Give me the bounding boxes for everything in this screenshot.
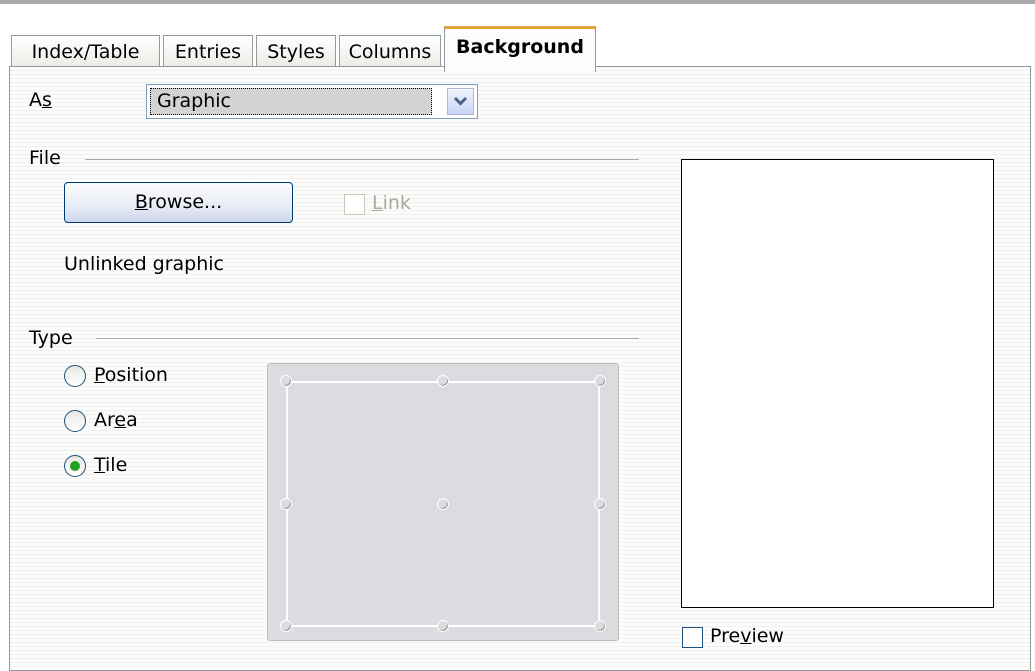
tab-columns[interactable]: Columns: [339, 35, 441, 68]
graphic-status-text: Unlinked graphic: [64, 253, 225, 275]
position-point-top-right[interactable]: [594, 375, 606, 387]
position-point-top-left[interactable]: [280, 375, 292, 387]
browse-button[interactable]: Browse...: [64, 182, 293, 223]
tab-styles[interactable]: Styles: [256, 35, 336, 68]
tab-background[interactable]: Background: [444, 26, 596, 72]
position-radio[interactable]: [64, 365, 86, 387]
area-radio[interactable]: [64, 410, 86, 432]
position-point-middle-left[interactable]: [280, 498, 292, 510]
tab-label: Entries: [174, 41, 242, 63]
file-section-heading: File: [29, 147, 61, 169]
preview-checkbox[interactable]: [682, 627, 703, 648]
background-tab-panel: As Graphic File Browse... Link Unlinked …: [9, 66, 1031, 671]
position-radio-label: Position: [94, 364, 168, 386]
tab-label: Columns: [348, 41, 432, 63]
tile-radio[interactable]: [64, 455, 86, 477]
tile-radio-label: Tile: [94, 454, 128, 476]
as-select[interactable]: Graphic: [146, 84, 478, 119]
tab-bar: Index/Table Entries Styles Columns Backg…: [0, 4, 1035, 72]
link-checkbox[interactable]: [344, 194, 365, 215]
tab-index-table[interactable]: Index/Table: [11, 35, 160, 68]
radio-selected-dot: [70, 461, 80, 471]
position-point-top-center[interactable]: [437, 375, 449, 387]
position-point-center[interactable]: [437, 498, 449, 510]
position-point-middle-right[interactable]: [594, 498, 606, 510]
position-point-bottom-left[interactable]: [280, 620, 292, 632]
as-label: As: [29, 89, 52, 111]
tab-label: Styles: [267, 41, 325, 63]
area-radio-label: Area: [94, 409, 138, 431]
position-point-bottom-center[interactable]: [437, 620, 449, 632]
tab-label: Background: [456, 36, 584, 58]
tab-entries[interactable]: Entries: [163, 35, 253, 68]
position-grid: [267, 363, 619, 641]
position-point-bottom-right[interactable]: [594, 620, 606, 632]
type-section-heading: Type: [29, 327, 73, 349]
preview-checkbox-label: Preview: [710, 625, 784, 647]
file-separator: [85, 159, 639, 160]
as-select-value: Graphic: [150, 88, 432, 115]
link-label: Link: [372, 192, 411, 214]
preview-area: [681, 159, 994, 608]
tab-label: Index/Table: [31, 41, 140, 63]
type-separator: [96, 338, 639, 339]
chevron-down-icon[interactable]: [447, 88, 474, 115]
